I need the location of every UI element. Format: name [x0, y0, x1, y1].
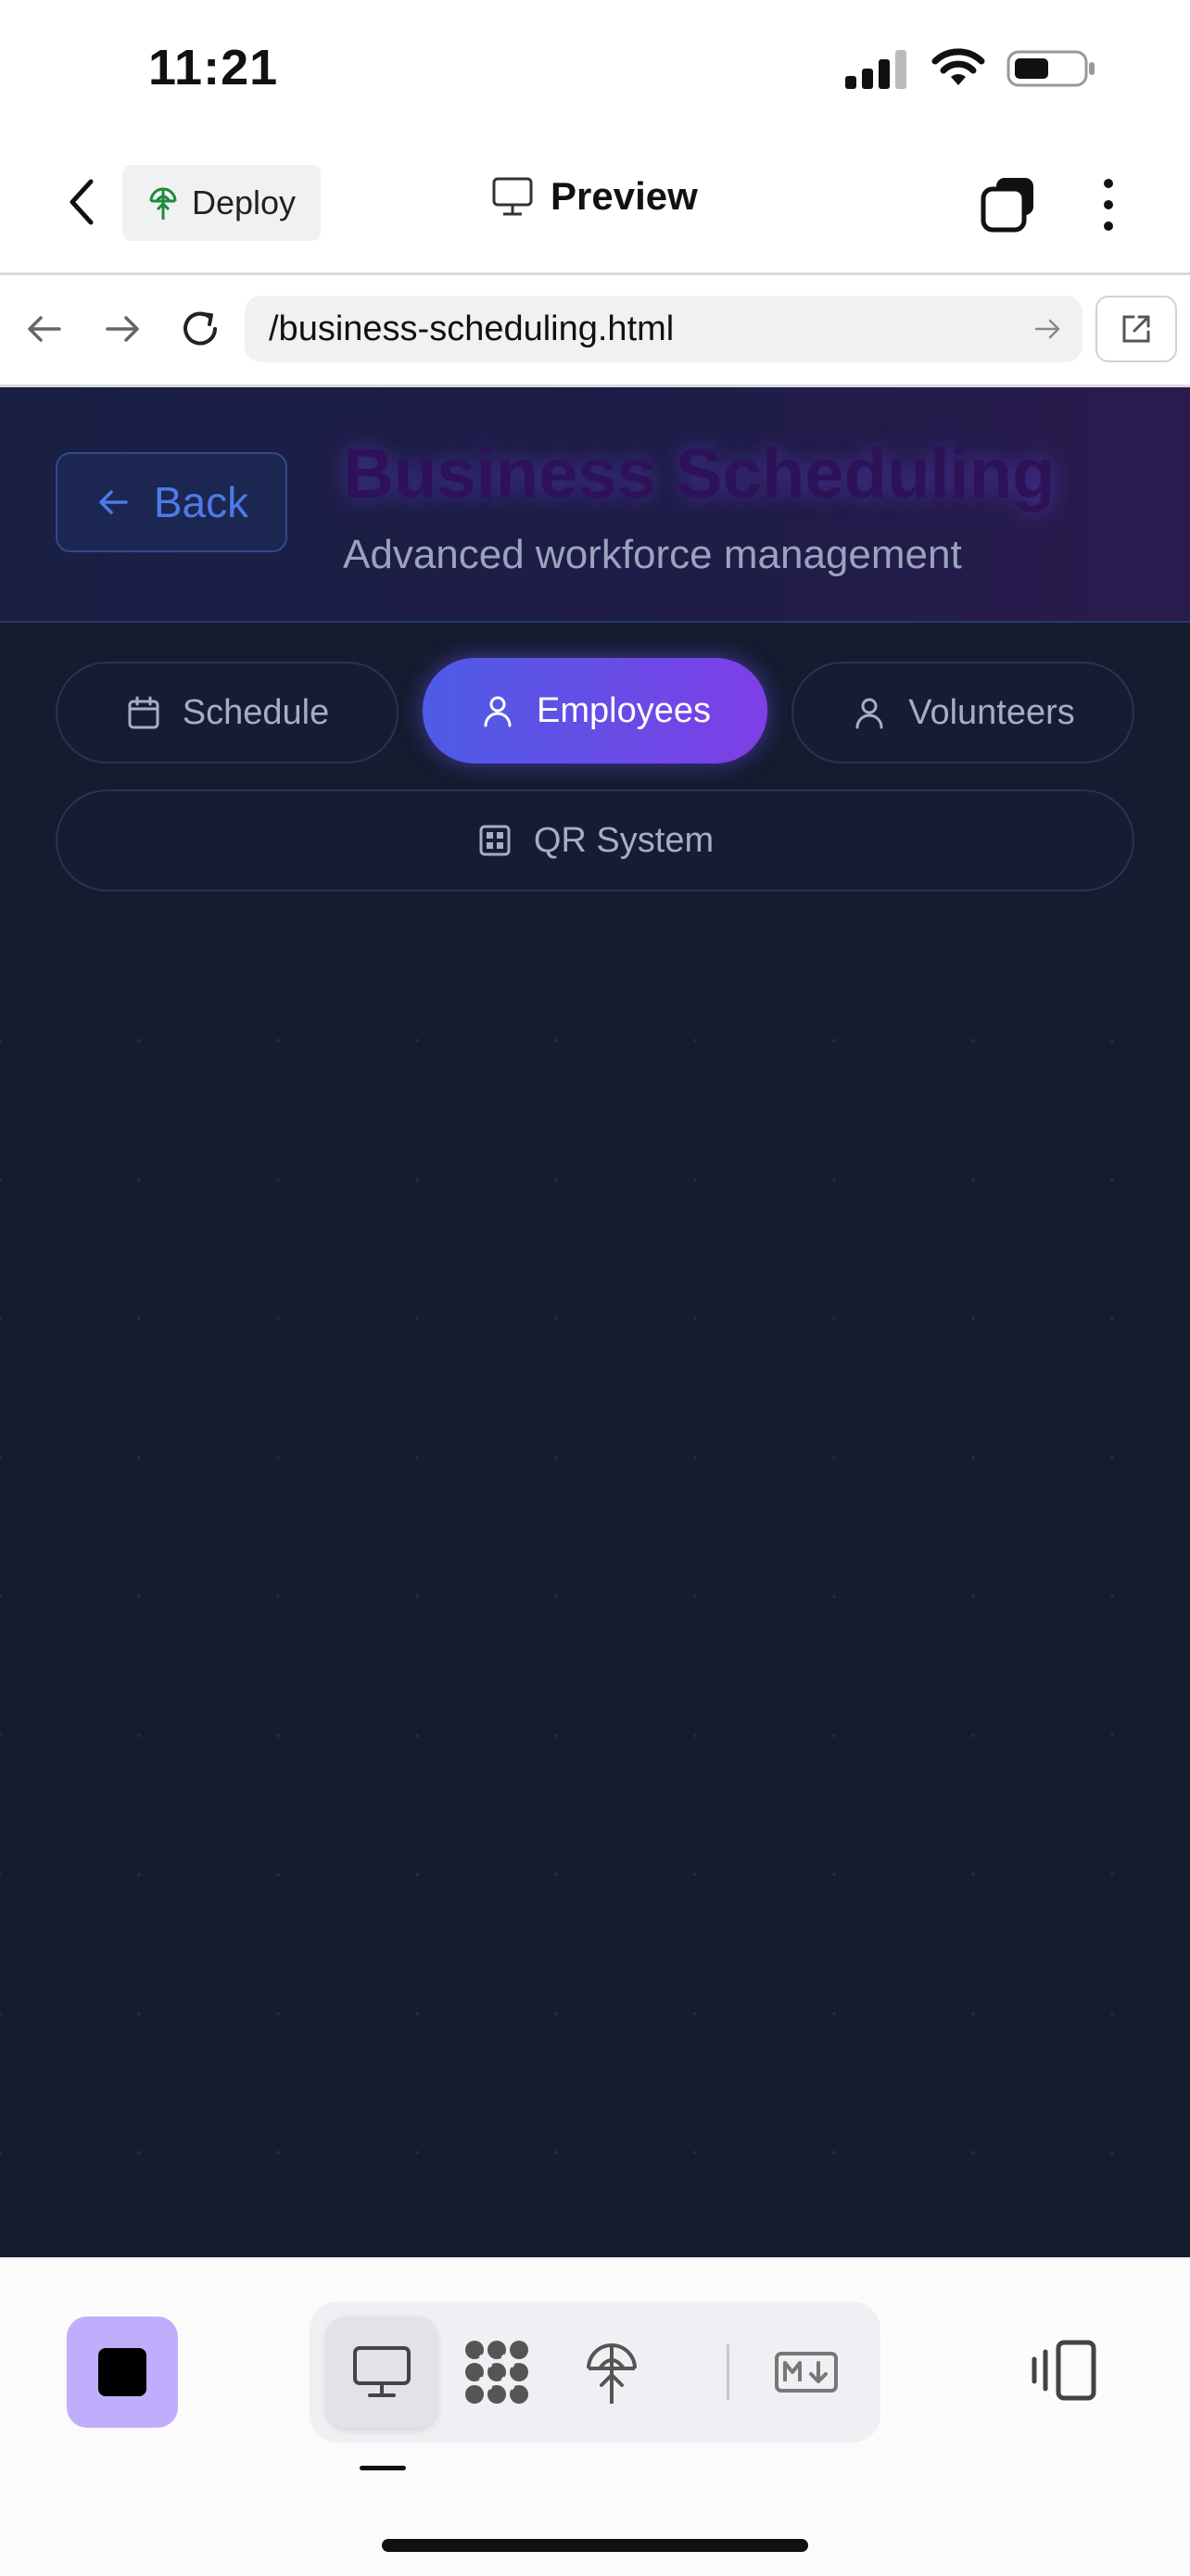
preview-mode-button[interactable]: [326, 2317, 437, 2428]
calendar-icon: [128, 696, 159, 729]
tab-qr-label: QR System: [533, 820, 715, 860]
tab-volunteers[interactable]: Volunteers: [791, 662, 1134, 764]
web-back-label: Back: [153, 478, 249, 526]
mesh-icon: [465, 2341, 528, 2404]
panel-toggle-icon[interactable]: [1029, 2333, 1103, 2407]
deploy-label: Deploy: [191, 183, 297, 221]
reload-icon[interactable]: [174, 303, 226, 355]
open-external-button[interactable]: [1095, 296, 1177, 362]
home-indicator: [382, 2539, 808, 2552]
monitor-icon: [353, 2346, 411, 2397]
signal-icon: [845, 50, 906, 89]
user-icon: [855, 698, 883, 729]
mode-divider: [727, 2344, 729, 2400]
status-icons: [845, 48, 1097, 89]
nav-forward-icon[interactable]: [96, 303, 148, 355]
page-subtitle: Advanced workforce management: [343, 532, 962, 577]
tab-volunteers-label: Volunteers: [908, 692, 1075, 732]
tab-schedule-label: Schedule: [182, 692, 330, 732]
deploy-button[interactable]: Deploy: [122, 165, 321, 241]
qr-grid-icon: [479, 825, 511, 856]
tab-qr-system[interactable]: QR System: [56, 789, 1134, 891]
stop-button[interactable]: [67, 2317, 178, 2428]
browser-bar: /business-scheduling.html: [0, 275, 1190, 387]
nav-back-icon[interactable]: [19, 303, 70, 355]
markdown-icon: [775, 2352, 838, 2393]
deploy-mode-button[interactable]: [556, 2317, 667, 2428]
url-input[interactable]: /business-scheduling.html: [245, 296, 1082, 362]
more-vertical-icon[interactable]: [1092, 174, 1125, 235]
app-toolbar: Deploy Preview: [0, 139, 1190, 275]
tabs-icon[interactable]: [978, 174, 1039, 235]
url-text: /business-scheduling.html: [269, 309, 675, 348]
user-icon: [484, 696, 512, 727]
preview-title: Preview: [491, 174, 698, 219]
deploy-icon: [587, 2343, 637, 2404]
bottom-dock: [0, 2257, 1190, 2576]
mesh-mode-button[interactable]: [441, 2317, 552, 2428]
tab-employees[interactable]: Employees: [423, 658, 767, 764]
monitor-icon: [492, 177, 533, 216]
web-content: Back Business Scheduling Advanced workfo…: [0, 387, 1190, 2257]
markdown-mode-button[interactable]: [751, 2317, 862, 2428]
deploy-icon: [149, 187, 177, 220]
back-chevron-icon[interactable]: [56, 174, 111, 230]
external-link-icon: [1122, 315, 1150, 343]
go-arrow-icon[interactable]: [1031, 312, 1064, 346]
preview-label: Preview: [551, 174, 698, 218]
web-back-button[interactable]: Back: [56, 452, 287, 552]
active-mode-indicator: [360, 2466, 406, 2470]
battery-icon: [1006, 50, 1095, 87]
page-title: Business Scheduling: [343, 435, 1056, 513]
mode-switcher: [310, 2302, 880, 2443]
tab-employees-label: Employees: [537, 690, 711, 730]
stop-icon: [98, 2348, 146, 2396]
wifi-icon: [931, 48, 985, 85]
arrow-left-icon: [99, 490, 128, 514]
status-time: 11:21: [148, 40, 279, 95]
background-dot-grid: [0, 943, 1190, 2241]
status-bar: 11:21: [0, 0, 1190, 139]
tab-schedule[interactable]: Schedule: [56, 662, 399, 764]
page-header: Back Business Scheduling Advanced workfo…: [0, 387, 1190, 623]
